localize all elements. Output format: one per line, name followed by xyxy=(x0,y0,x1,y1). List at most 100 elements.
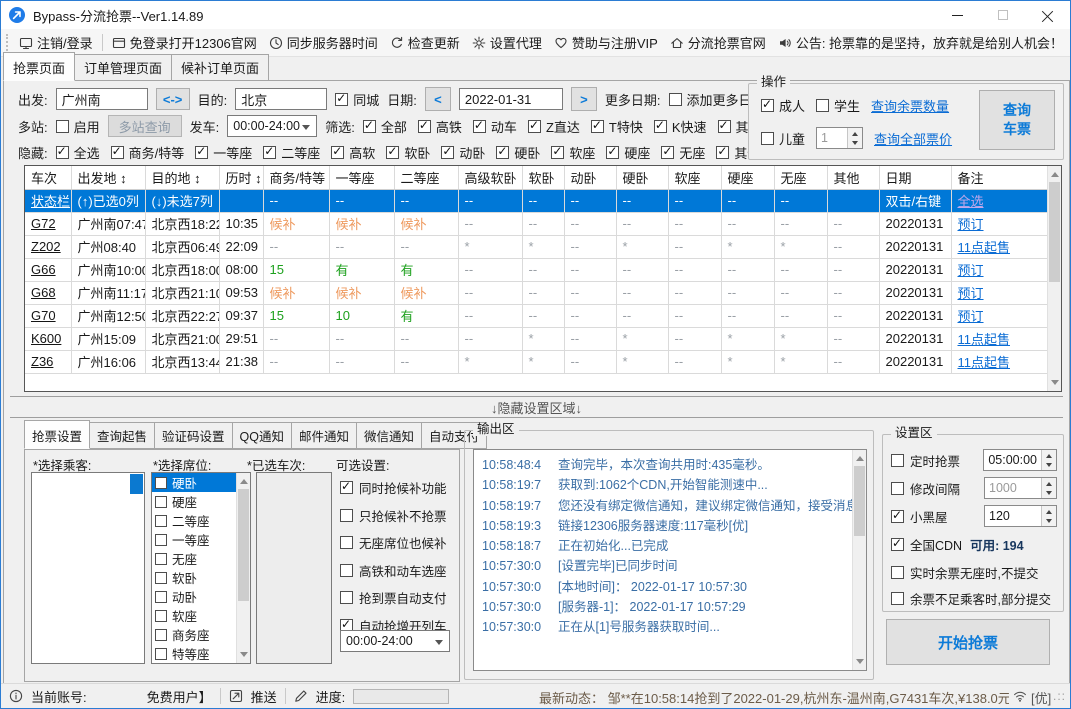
booking-link[interactable]: 11点起售 xyxy=(958,240,1011,255)
selected-trains-listbox[interactable] xyxy=(256,472,332,664)
train-row[interactable]: G70 广州南12:50 北京西22:27 09:37 15 10 有 -- -- -- -- -- -… xyxy=(25,304,1048,328)
settings-tab-0[interactable]: 抢票设置 xyxy=(24,420,91,449)
to-input[interactable]: 北京 xyxy=(235,88,328,110)
booking-link[interactable]: 11点起售 xyxy=(958,355,1011,370)
config-stepper-1[interactable]: 1000 xyxy=(984,477,1057,499)
config-stepper-2[interactable]: 120 xyxy=(984,505,1057,527)
stepper-up-icon[interactable] xyxy=(1042,450,1056,460)
train-row[interactable]: G72 广州南07:47 北京西18:22 10:35 候补 候补 候补 -- -- -- -- --… xyxy=(25,212,1048,236)
maximize-button[interactable] xyxy=(980,1,1025,29)
seat-list-scrollbar[interactable] xyxy=(236,473,250,663)
train-row[interactable]: Z202 广州08:40 北京西06:49 22:09 -- -- -- * * -- * -- * * -… xyxy=(25,235,1048,259)
scroll-down-icon[interactable] xyxy=(853,655,866,670)
train-number-link[interactable]: K600 xyxy=(31,331,61,346)
column-header[interactable]: 历时 ↕ xyxy=(219,166,264,190)
same-city-checkbox-box[interactable] xyxy=(335,91,349,106)
date-prev-button[interactable]: < xyxy=(424,87,451,111)
stepper-down-icon[interactable] xyxy=(1042,488,1056,498)
page-tab-1[interactable]: 订单管理页面 xyxy=(74,54,173,81)
query-all-prices-link[interactable]: 查询全部票价 xyxy=(874,129,952,148)
settings-tab-1[interactable]: 查询起售 xyxy=(89,422,156,449)
push-label[interactable]: 推送 xyxy=(251,687,277,706)
train-type-filter-2[interactable]: 动车 xyxy=(472,117,517,136)
seat-option-0[interactable]: 硬卧 xyxy=(152,473,236,492)
stepper-up-icon[interactable] xyxy=(1042,506,1056,516)
toolbar-item-4[interactable]: 设置代理 xyxy=(466,31,548,55)
multi-enable-checkbox-box[interactable] xyxy=(55,119,69,133)
train-type-filter-3[interactable]: Z直达 xyxy=(527,117,580,136)
config-checkbox-4[interactable] xyxy=(891,566,904,579)
seat-option-4[interactable]: 无座 xyxy=(152,549,236,568)
grab-option-1[interactable]: 只抢候补不抢票 xyxy=(340,506,447,525)
column-header[interactable]: 一等座 xyxy=(329,166,395,190)
grab-option-0[interactable]: 同时抢候补功能 xyxy=(340,478,447,497)
stepper-down-icon[interactable] xyxy=(1042,516,1056,526)
toolbar-item-5[interactable]: 赞助与注册VIP xyxy=(548,31,664,55)
seat-hide-filter-4[interactable]: 高软 xyxy=(331,143,375,162)
grid-scrollbar[interactable] xyxy=(1047,166,1061,391)
page-tab-2[interactable]: 候补订单页面 xyxy=(171,54,270,81)
stepper-down-icon[interactable] xyxy=(848,138,863,148)
seat-hide-filter-7[interactable]: 硬卧 xyxy=(496,143,540,162)
output-scrollbar-thumb[interactable] xyxy=(854,466,865,536)
seat-option-6[interactable]: 动卧 xyxy=(152,587,236,606)
seat-option-2[interactable]: 二等座 xyxy=(152,511,236,530)
train-row[interactable]: Z36 广州16:06 北京西13:44 21:38 -- -- -- * * -- * -- * * --… xyxy=(25,350,1048,374)
column-header[interactable]: 日期 xyxy=(879,166,952,190)
seat-hide-filter-2[interactable]: 一等座 xyxy=(195,143,252,162)
train-type-filter-5[interactable]: K快速 xyxy=(653,117,707,136)
grab-option-4[interactable]: 抢到票自动支付 xyxy=(340,588,447,607)
title-bar[interactable]: Bypass-分流抢票--Ver1.14.89 xyxy=(1,1,1070,29)
from-input[interactable]: 广州南 xyxy=(55,88,148,110)
column-header[interactable]: 硬座 xyxy=(721,166,775,190)
seat-hide-filter-9[interactable]: 硬座 xyxy=(606,143,650,162)
toolbar-item-1[interactable]: 免登录打开12306官网 xyxy=(106,31,263,55)
column-header[interactable]: 备注 xyxy=(951,166,1048,190)
settings-tab-2[interactable]: 验证码设置 xyxy=(154,422,233,449)
booking-link[interactable]: 预订 xyxy=(958,263,984,278)
train-row[interactable]: K600 广州15:09 北京西21:00 29:51 -- -- -- -- * -- * -- * *… xyxy=(25,327,1048,351)
status-row[interactable]: 状态栏 (↑)已选0列 (↓)未选7列 -- -- -- -- -- -- -- -- -- -- 双击/… xyxy=(25,189,1048,213)
stepper-up-icon[interactable] xyxy=(848,128,863,138)
seat-hide-filter-0[interactable]: 全选 xyxy=(55,143,100,162)
page-tab-0[interactable]: 抢票页面 xyxy=(3,52,76,81)
scroll-up-icon[interactable] xyxy=(853,450,866,465)
toolbar-grip[interactable] xyxy=(6,34,9,51)
scroll-up-icon[interactable] xyxy=(1048,166,1061,181)
add-more-dates-checkbox-box[interactable] xyxy=(668,92,682,106)
train-row[interactable]: G66 广州南10:00 北京西18:00 08:00 15 有有 -- -- -- -- -- --… xyxy=(25,258,1048,282)
config-checkbox-2[interactable] xyxy=(891,508,904,523)
grab-time-range-select[interactable]: 00:00-24:00 xyxy=(340,630,450,652)
seat-hide-filter-6[interactable]: 动卧 xyxy=(441,143,485,162)
grab-option-3[interactable]: 高铁和动车选座 xyxy=(340,561,447,580)
train-number-link[interactable]: Z36 xyxy=(31,354,53,369)
toolbar-item-6[interactable]: 分流抢票官网 xyxy=(664,31,772,55)
booking-link[interactable]: 预订 xyxy=(958,286,984,301)
column-header[interactable]: 车次 xyxy=(25,166,72,190)
train-type-filter-1[interactable]: 高铁 xyxy=(417,117,462,136)
config-checkbox-5[interactable] xyxy=(891,592,904,605)
toolbar-item-2[interactable]: 同步服务器时间 xyxy=(263,31,384,55)
minimize-button[interactable] xyxy=(935,1,980,29)
train-number-link[interactable]: G70 xyxy=(31,308,56,323)
column-header[interactable]: 高级软卧 xyxy=(458,166,523,190)
start-grabbing-button[interactable]: 开始抢票 xyxy=(886,619,1050,665)
train-type-filter-4[interactable]: T特快 xyxy=(590,117,643,136)
booking-link[interactable]: 预订 xyxy=(958,309,984,324)
multi-station-query-button[interactable]: 多站查询 xyxy=(107,115,182,137)
passenger-list-scroll-thumb[interactable] xyxy=(130,474,143,494)
scroll-up-icon[interactable] xyxy=(237,473,250,488)
config-checkbox-0[interactable] xyxy=(891,453,904,467)
stepper-up-icon[interactable] xyxy=(1042,478,1056,488)
seat-hide-filter-8[interactable]: 软座 xyxy=(551,143,595,162)
multi-enable-checkbox[interactable]: 启用 xyxy=(55,117,100,136)
child-checkbox-box[interactable] xyxy=(761,131,774,145)
toolbar-item-0[interactable]: 注销/登录 xyxy=(13,31,99,55)
adult-checkbox-box[interactable] xyxy=(761,97,774,112)
student-checkbox-box[interactable] xyxy=(816,99,830,112)
train-number-link[interactable]: G66 xyxy=(31,262,56,277)
column-header[interactable]: 二等座 xyxy=(394,166,459,190)
child-count-stepper[interactable]: 1 xyxy=(816,127,864,149)
column-header[interactable]: 其他 xyxy=(827,166,880,190)
seat-option-3[interactable]: 一等座 xyxy=(152,530,236,549)
